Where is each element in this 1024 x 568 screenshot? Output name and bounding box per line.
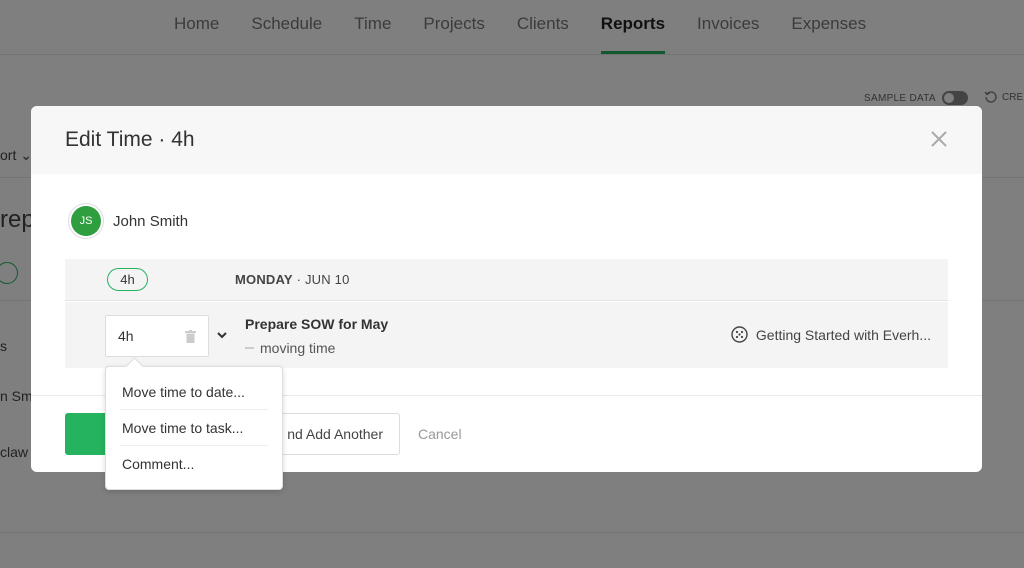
user-name: John Smith (113, 212, 189, 230)
close-icon (931, 131, 947, 147)
task-note-text: moving time (260, 340, 336, 356)
day-label: MONDAY · JUN 10 (235, 272, 350, 287)
menu-item-move-to-task[interactable]: Move time to task... (120, 410, 268, 446)
user-row: JS John Smith (71, 206, 188, 236)
trash-icon[interactable] (185, 329, 196, 343)
day-header: 4h MONDAY · JUN 10 (65, 259, 948, 301)
entry-options-toggle[interactable] (215, 328, 229, 342)
day-weekday: MONDAY (235, 272, 293, 287)
task-note[interactable]: moving time (245, 340, 335, 356)
avatar: JS (71, 206, 101, 236)
menu-item-comment[interactable]: Comment... (120, 446, 268, 482)
time-input[interactable]: 4h (105, 315, 209, 357)
comment-icon (245, 347, 254, 349)
time-entry-row: 4h Prepare SOW for May moving time Getti… (65, 302, 948, 368)
modal-header: Edit Time · 4h (31, 106, 982, 174)
day-date: · JUN 10 (296, 272, 350, 287)
project-link[interactable]: Getting Started with Everh... (731, 326, 931, 343)
day-hours-badge: 4h (107, 268, 148, 291)
entry-options-menu: Move time to date... Move time to task..… (105, 366, 283, 490)
chevron-down-icon (217, 332, 227, 339)
close-button[interactable] (926, 126, 952, 152)
cancel-button[interactable]: Cancel (418, 426, 462, 442)
project-name: Getting Started with Everh... (755, 326, 931, 343)
modal-title: Edit Time · 4h (65, 128, 195, 151)
project-icon (731, 326, 748, 343)
time-value: 4h (118, 328, 134, 344)
menu-item-move-to-date[interactable]: Move time to date... (120, 374, 268, 410)
task-name[interactable]: Prepare SOW for May (245, 316, 388, 332)
